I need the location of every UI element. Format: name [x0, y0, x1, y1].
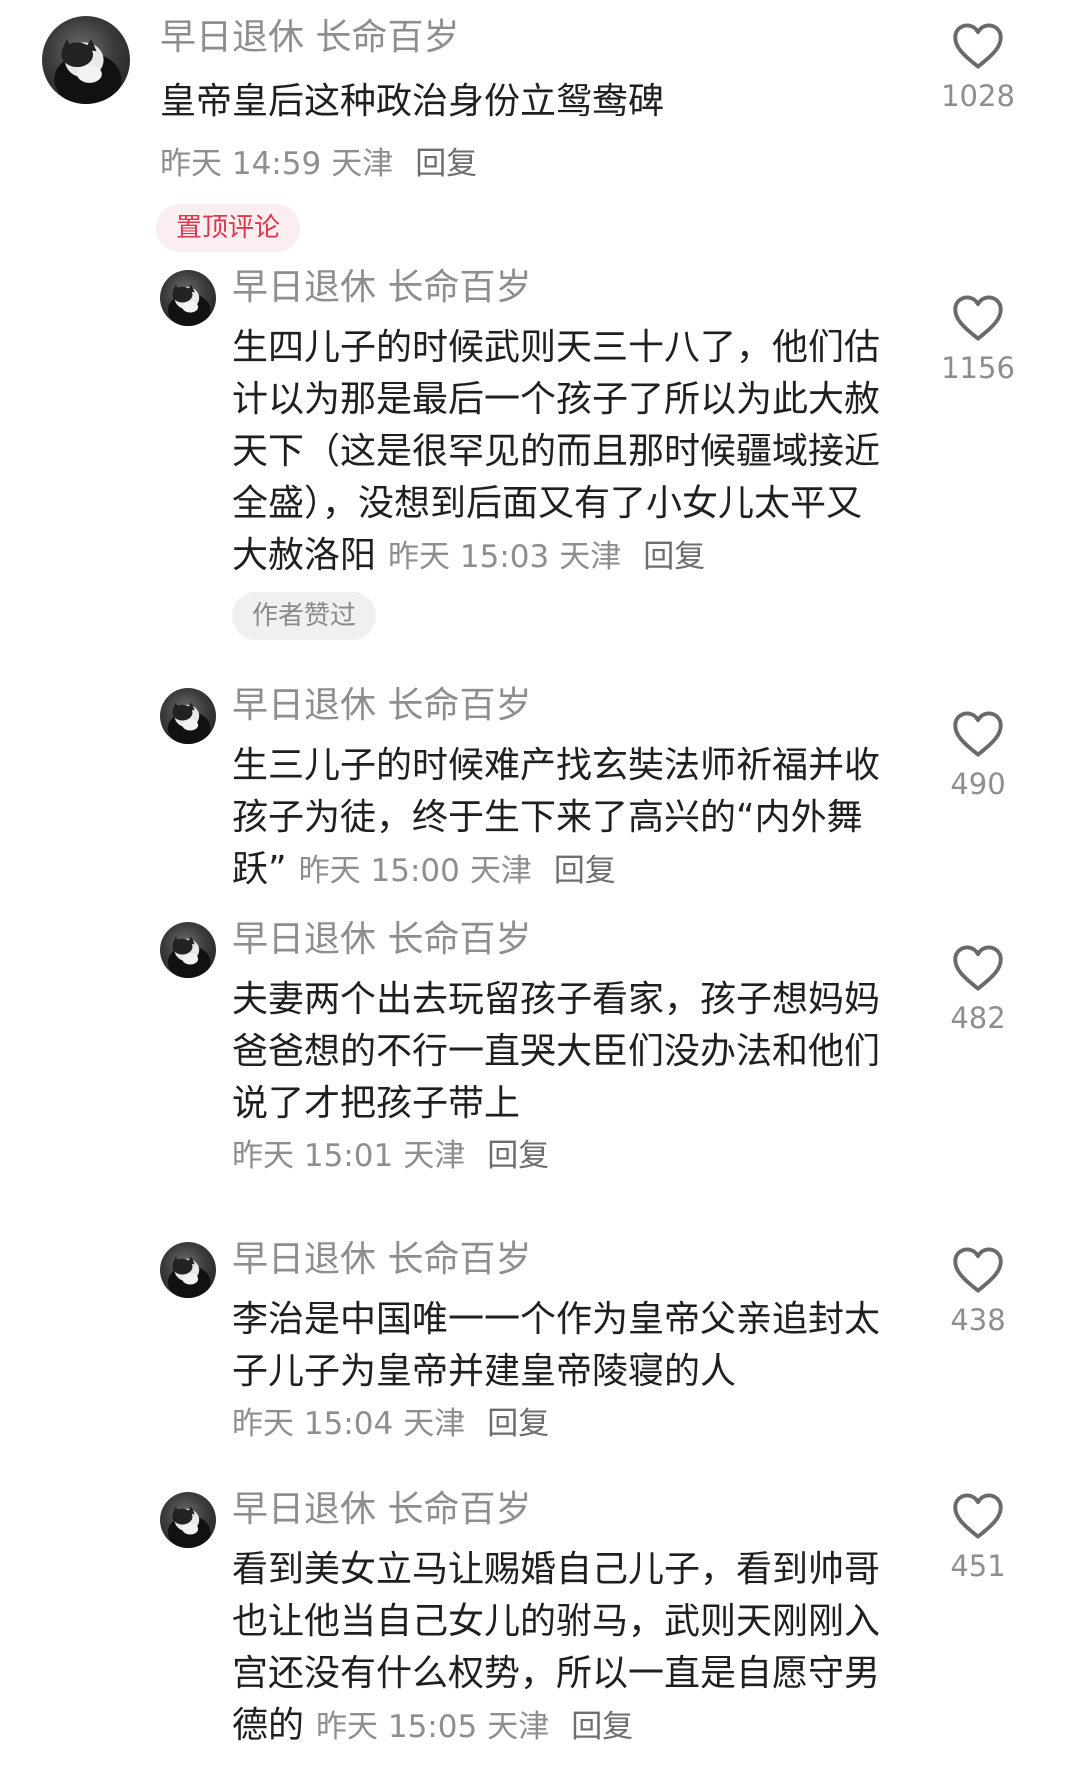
comment-text[interactable]: 皇帝皇后这种政治身份立鸳鸯碑: [160, 76, 860, 128]
comment-item: 早日退休 长命百岁 皇帝皇后这种政治身份立鸳鸯碑 昨天 14:59 天津 回复 置顶…: [0, 0, 1080, 252]
like-button[interactable]: 438: [938, 1246, 1018, 1340]
timestamp: 昨天 15:01: [232, 1138, 394, 1174]
comment-meta: 昨天 15:00 天津 回复: [299, 853, 616, 889]
heart-outline-icon: [953, 1493, 1003, 1539]
cat-avatar-icon: [167, 702, 211, 744]
like-count: 1156: [941, 351, 1015, 385]
reply-button[interactable]: 回复: [643, 539, 705, 575]
timestamp: 昨天 14:59: [160, 146, 322, 182]
timestamp: 昨天 15:03: [388, 539, 550, 575]
reply-item: 早日退休 长命百岁 看到美女立马让赐婚自己儿子，看到帅哥也让他当自己女儿的驸马，…: [0, 1484, 1080, 1766]
reply-button[interactable]: 回复: [554, 853, 616, 889]
avatar[interactable]: [160, 688, 216, 744]
heart-outline-icon: [953, 945, 1003, 991]
location: 天津: [331, 146, 394, 182]
comment-meta: 昨天 15:05 天津 回复: [316, 1709, 633, 1745]
avatar[interactable]: [160, 270, 216, 326]
avatar[interactable]: [160, 1492, 216, 1548]
cat-avatar-icon: [167, 1256, 211, 1298]
comment-text[interactable]: 李治是中国唯一一个作为皇帝父亲追封太子儿子为皇帝并建皇帝陵寝的人: [232, 1294, 892, 1398]
cat-avatar-icon: [54, 38, 122, 104]
heart-outline-icon: [953, 23, 1003, 69]
username[interactable]: 早日退休 长命百岁: [232, 266, 531, 310]
like-count: 490: [950, 767, 1006, 801]
like-button[interactable]: 482: [938, 944, 1018, 1038]
like-count: 451: [950, 1549, 1006, 1583]
author-liked-badge: 作者赞过: [232, 592, 377, 640]
avatar[interactable]: [160, 1242, 216, 1298]
reply-item: 早日退休 长命百岁 夫妻两个出去玩留孩子看家，孩子想妈妈爸爸想的不行一直哭大臣们…: [0, 914, 1080, 1184]
reply-item: 早日退休 长命百岁 生三儿子的时候难产找玄奘法师祈福并收孩子为徒，终于生下来了高…: [0, 680, 1080, 900]
timestamp: 昨天 15:04: [232, 1406, 394, 1442]
heart-outline-icon: [953, 1247, 1003, 1293]
location: 天津: [403, 1406, 466, 1442]
comment-list: 早日退休 长命百岁 皇帝皇后这种政治身份立鸳鸯碑 昨天 14:59 天津 回复 置顶…: [0, 0, 1080, 1766]
reply-item: 早日退休 长命百岁 生四儿子的时候武则天三十八了，他们估计以为那是最后一个孩子了…: [0, 262, 1080, 640]
like-count: 482: [950, 1001, 1006, 1035]
location: 天津: [487, 1709, 550, 1745]
reply-button[interactable]: 回复: [487, 1406, 549, 1442]
username[interactable]: 早日退休 长命百岁: [232, 684, 531, 728]
like-count: 1028: [941, 79, 1015, 113]
comment-text[interactable]: 生三儿子的时候难产找玄奘法师祈福并收孩子为徒，终于生下来了高兴的“内外舞跃” 昨天…: [232, 740, 892, 897]
like-button[interactable]: 1156: [938, 294, 1018, 388]
username[interactable]: 早日退休 长命百岁: [160, 16, 459, 60]
avatar[interactable]: [160, 922, 216, 978]
username[interactable]: 早日退休 长命百岁: [232, 1488, 531, 1532]
cat-avatar-icon: [167, 1506, 211, 1548]
timestamp: 昨天 15:00: [298, 853, 460, 889]
comment-meta: 昨天 15:03 天津 回复: [388, 539, 705, 575]
reply-button[interactable]: 回复: [571, 1709, 633, 1745]
like-button[interactable]: 1028: [938, 22, 1018, 116]
reply-item: 早日退休 长命百岁 李治是中国唯一一个作为皇帝父亲追封太子儿子为皇帝并建皇帝陵寝…: [0, 1234, 1080, 1454]
avatar[interactable]: [42, 16, 130, 104]
cat-avatar-icon: [167, 284, 211, 326]
comment-text[interactable]: 夫妻两个出去玩留孩子看家，孩子想妈妈爸爸想的不行一直哭大臣们没办法和他们说了才把…: [232, 974, 892, 1130]
like-button[interactable]: 451: [938, 1492, 1018, 1586]
username[interactable]: 早日退休 长命百岁: [232, 918, 531, 962]
reply-button[interactable]: 回复: [415, 146, 477, 182]
pinned-badge: 置顶评论: [156, 204, 301, 252]
comment-text[interactable]: 看到美女立马让赐婚自己儿子，看到帅哥也让他当自己女儿的驸马，武则天刚刚入宫还没有…: [232, 1544, 892, 1753]
location: 天津: [469, 853, 532, 889]
cat-avatar-icon: [167, 936, 211, 978]
heart-outline-icon: [953, 295, 1003, 341]
username[interactable]: 早日退休 长命百岁: [232, 1238, 531, 1282]
location: 天津: [403, 1138, 466, 1174]
like-count: 438: [950, 1303, 1006, 1337]
location: 天津: [559, 539, 622, 575]
comment-meta: 昨天 15:04 天津 回复: [232, 1402, 549, 1446]
timestamp: 昨天 15:05: [316, 1709, 478, 1745]
comment-text[interactable]: 生四儿子的时候武则天三十八了，他们估计以为那是最后一个孩子了所以为此大赦天下（这…: [232, 322, 892, 583]
comment-meta: 昨天 15:01 天津 回复: [232, 1134, 549, 1178]
reply-button[interactable]: 回复: [487, 1138, 549, 1174]
heart-outline-icon: [953, 711, 1003, 757]
comment-meta: 昨天 14:59 天津 回复: [160, 142, 477, 186]
like-button[interactable]: 490: [938, 710, 1018, 804]
